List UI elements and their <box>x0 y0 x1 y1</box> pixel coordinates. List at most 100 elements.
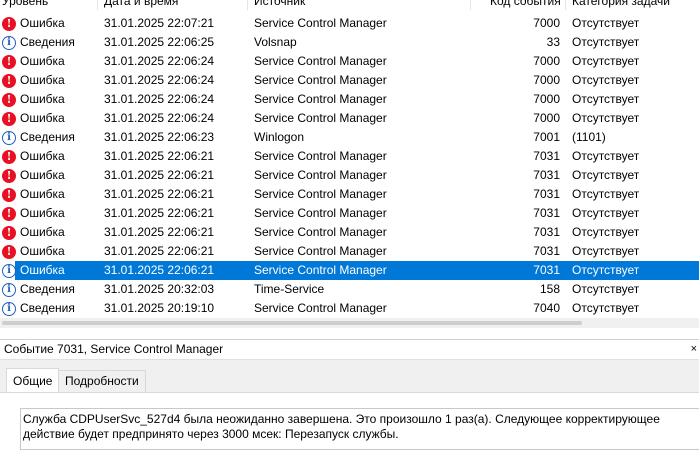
event-description-box[interactable]: Служба CDPUserSvc_527d4 была неожиданно … <box>20 408 699 450</box>
column-separator[interactable] <box>97 0 98 10</box>
cell-category: Отсутствует <box>572 111 640 125</box>
column-header-date[interactable]: Дата и время <box>104 0 178 10</box>
info-icon: i <box>2 264 16 278</box>
tab-general[interactable]: Общие <box>6 368 60 393</box>
cell-level: Ошибка <box>20 263 65 277</box>
cell-level: Ошибка <box>20 244 65 258</box>
cell-level: Сведения <box>20 35 75 49</box>
cell-category: Отсутствует <box>572 92 640 106</box>
cell-level: Ошибка <box>20 111 65 125</box>
cell-event-id: 7000 <box>533 92 560 106</box>
cell-source: Service Control Manager <box>254 244 387 258</box>
horizontal-scrollbar[interactable] <box>0 318 699 328</box>
table-row[interactable]: ! Ошибка 31.01.2025 22:06:24 Service Contro… <box>0 109 699 128</box>
cell-event-id: 7031 <box>533 187 560 201</box>
column-separator[interactable] <box>247 0 248 10</box>
close-icon[interactable]: × <box>691 340 697 359</box>
error-icon: ! <box>2 74 16 88</box>
error-icon: ! <box>2 93 16 107</box>
cell-level: Ошибка <box>20 54 65 68</box>
error-icon: ! <box>2 169 16 183</box>
cell-level: Ошибка <box>20 187 65 201</box>
cell-date: 31.01.2025 22:06:24 <box>104 111 215 125</box>
cell-level: Ошибка <box>20 206 65 220</box>
cell-source: Service Control Manager <box>254 16 387 30</box>
cell-date: 31.01.2025 22:06:21 <box>104 225 215 239</box>
column-header-level[interactable]: Уровень <box>2 0 48 10</box>
table-row[interactable]: i Сведения 31.01.2025 20:32:03 Time-Service… <box>0 280 699 299</box>
events-grid[interactable]: Уровень Дата и время Источник Код событи… <box>0 0 699 318</box>
cell-date: 31.01.2025 22:06:21 <box>104 263 215 277</box>
info-icon: i <box>2 36 16 50</box>
event-details-title: Событие 7031, Service Control Manager <box>4 342 224 356</box>
cell-category: Отсутствует <box>572 301 640 315</box>
cell-level: Сведения <box>20 282 75 296</box>
cell-event-id: 7040 <box>533 301 560 315</box>
table-row[interactable]: ! Ошибка 31.01.2025 22:06:21 Service Contro… <box>0 242 699 261</box>
cell-source: Service Control Manager <box>254 111 387 125</box>
cell-date: 31.01.2025 20:32:03 <box>104 282 215 296</box>
table-row[interactable]: ! Ошибка 31.01.2025 22:07:21 Service Contro… <box>0 14 699 33</box>
cell-source: Service Control Manager <box>254 225 387 239</box>
cell-level: Ошибка <box>20 16 65 30</box>
cell-date: 31.01.2025 22:06:24 <box>104 92 215 106</box>
column-header-source[interactable]: Источник <box>254 0 305 10</box>
cell-category: Отсутствует <box>572 73 640 87</box>
cell-level: Сведения <box>20 130 75 144</box>
event-details-header: Событие 7031, Service Control Manager × <box>0 340 699 360</box>
column-header-event-id[interactable]: Код события <box>490 0 561 10</box>
tab-details[interactable]: Подробности <box>58 370 146 392</box>
cell-date: 31.01.2025 20:19:10 <box>104 301 215 315</box>
info-icon: i <box>2 131 16 145</box>
column-header-category[interactable]: Категория задачи <box>572 0 670 10</box>
table-row[interactable]: ! Ошибка 31.01.2025 22:06:21 Service Contro… <box>0 185 699 204</box>
cell-source: Service Control Manager <box>254 301 387 315</box>
cell-category: (1101) <box>572 130 606 144</box>
column-separator[interactable] <box>565 0 566 10</box>
table-row[interactable]: ! Ошибка 31.01.2025 22:06:24 Service Contro… <box>0 52 699 71</box>
error-icon: ! <box>2 245 16 259</box>
scrollbar-thumb[interactable] <box>2 321 582 325</box>
error-icon: ! <box>2 226 16 240</box>
cell-level: Ошибка <box>20 149 65 163</box>
info-icon: i <box>2 302 16 316</box>
error-icon: ! <box>2 112 16 126</box>
table-row[interactable]: ! Ошибка 31.01.2025 22:06:21 Service Contro… <box>0 223 699 242</box>
error-icon: ! <box>2 55 16 69</box>
cell-category: Отсутствует <box>572 282 640 296</box>
cell-date: 31.01.2025 22:06:21 <box>104 168 215 182</box>
cell-event-id: 158 <box>539 282 560 296</box>
cell-date: 31.01.2025 22:06:25 <box>104 35 215 49</box>
event-tabs: Общие Подробности <box>0 360 699 393</box>
table-row[interactable]: ! Ошибка 31.01.2025 22:06:24 Service Contro… <box>0 90 699 109</box>
cell-date: 31.01.2025 22:06:23 <box>104 130 215 144</box>
cell-source: Service Control Manager <box>254 92 387 106</box>
cell-category: Отсутствует <box>572 35 640 49</box>
cell-category: Отсутствует <box>572 168 640 182</box>
cell-date: 31.01.2025 22:06:21 <box>104 244 215 258</box>
column-separator[interactable] <box>470 0 471 10</box>
table-row[interactable]: i Ошибка 31.01.2025 22:06:21 Service Contro… <box>0 261 699 280</box>
table-row[interactable]: ! Ошибка 31.01.2025 22:06:21 Service Contro… <box>0 147 699 166</box>
cell-source: Service Control Manager <box>254 263 387 277</box>
table-row[interactable]: ! Ошибка 31.01.2025 22:06:24 Service Contro… <box>0 71 699 90</box>
table-row[interactable]: i Сведения 31.01.2025 20:19:10 Service Cont… <box>0 299 699 318</box>
cell-date: 31.01.2025 22:06:21 <box>104 149 215 163</box>
cell-category: Отсутствует <box>572 54 640 68</box>
table-row[interactable]: ! Ошибка 31.01.2025 22:06:21 Service Contro… <box>0 166 699 185</box>
table-row[interactable]: i Сведения 31.01.2025 22:06:25 Volsnap 33 Отс… <box>0 33 699 52</box>
table-row[interactable]: i Сведения 31.01.2025 22:06:23 Winlogon 7001… <box>0 128 699 147</box>
cell-level: Ошибка <box>20 168 65 182</box>
cell-event-id: 7000 <box>533 111 560 125</box>
error-icon: ! <box>2 17 16 31</box>
cell-event-id: 7000 <box>533 73 560 87</box>
cell-source: Volsnap <box>254 35 297 49</box>
grid-header: Уровень Дата и время Источник Код событи… <box>0 0 699 10</box>
cell-level: Ошибка <box>20 73 65 87</box>
cell-event-id: 7031 <box>533 149 560 163</box>
table-row[interactable]: ! Ошибка 31.01.2025 22:06:21 Service Contro… <box>0 204 699 223</box>
cell-date: 31.01.2025 22:06:21 <box>104 206 215 220</box>
cell-category: Отсутствует <box>572 244 640 258</box>
cell-date: 31.01.2025 22:06:21 <box>104 187 215 201</box>
cell-category: Отсутствует <box>572 187 640 201</box>
